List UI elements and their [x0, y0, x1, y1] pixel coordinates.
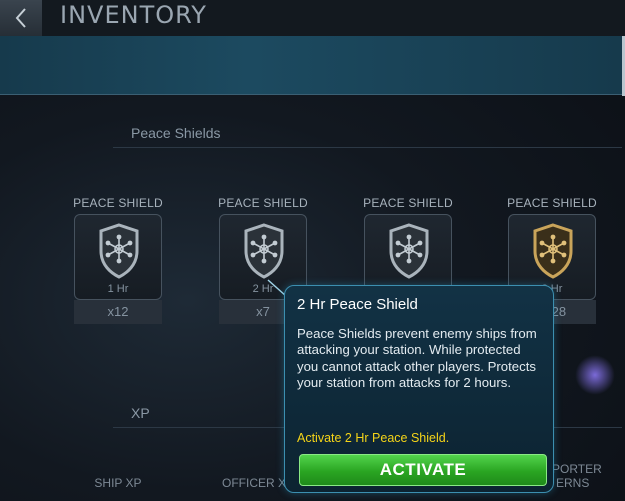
gold-peace-shield-icon	[533, 223, 573, 279]
activate-button[interactable]: ACTIVATE	[299, 454, 547, 486]
item-tooltip: 2 Hr Peace Shield Peace Shields prevent …	[284, 285, 554, 493]
tooltip-title: 2 Hr Peace Shield	[297, 296, 418, 313]
tooltip-description: Peace Shields prevent enemy ships from a…	[297, 326, 537, 390]
item-name: PEACE SHIELD	[218, 196, 308, 210]
back-button[interactable]	[0, 0, 42, 36]
porter-label: PORTER	[552, 462, 602, 476]
peace-shield-icon	[389, 223, 429, 279]
item-name: PEACE SHIELD	[363, 196, 453, 210]
section-divider	[113, 147, 622, 148]
tooltip-action-text: Activate 2 Hr Peace Shield.	[297, 431, 450, 445]
item-card[interactable]: 1 Hr	[74, 214, 162, 300]
chevron-left-icon	[15, 8, 26, 28]
item-name: PEACE SHIELD	[73, 196, 163, 210]
section-title-xp: XP	[131, 405, 150, 421]
header-banner	[0, 36, 622, 95]
item-duration: 1 Hr	[107, 283, 129, 295]
page-title: INVENTORY	[60, 1, 207, 29]
ship-xp-item[interactable]: SHIP XP	[78, 476, 158, 490]
peace-shield-icon	[99, 223, 139, 279]
inventory-item-1hr[interactable]: PEACE SHIELD 1 Hr x12	[72, 196, 164, 324]
peace-shield-icon	[244, 223, 284, 279]
item-count: x12	[74, 300, 162, 324]
ambient-glow	[575, 355, 615, 395]
erns-label: ERNS	[556, 476, 590, 490]
item-name: PEACE SHIELD	[507, 196, 597, 210]
section-title-peace-shields: Peace Shields	[131, 125, 221, 141]
